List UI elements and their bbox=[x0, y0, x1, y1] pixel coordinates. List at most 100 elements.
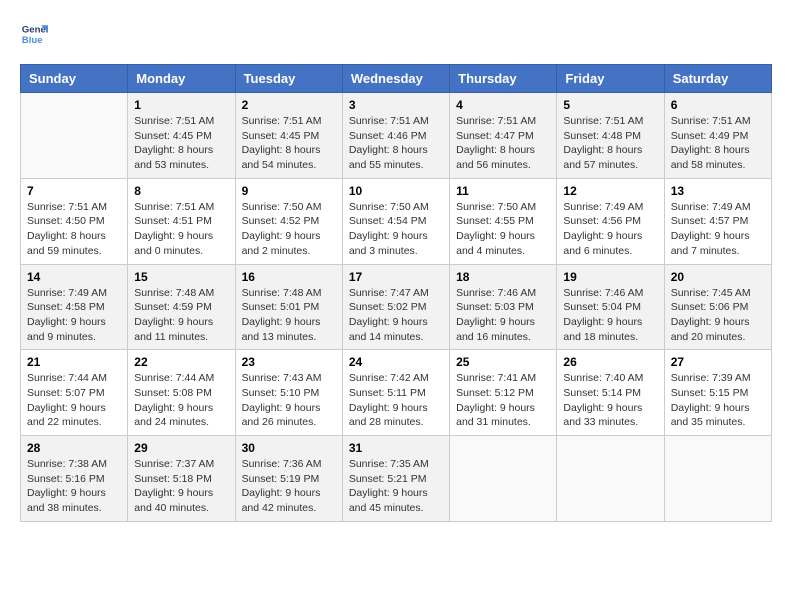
day-number: 29 bbox=[134, 441, 228, 455]
day-info: Sunrise: 7:46 AM Sunset: 5:04 PM Dayligh… bbox=[563, 286, 657, 345]
calendar-cell: 2 Sunrise: 7:51 AM Sunset: 4:45 PM Daylig… bbox=[235, 93, 342, 179]
day-number: 7 bbox=[27, 184, 121, 198]
calendar-cell bbox=[450, 436, 557, 522]
logo: General Blue bbox=[20, 20, 48, 48]
calendar-weekday-sunday: Sunday bbox=[21, 65, 128, 93]
day-info: Sunrise: 7:44 AM Sunset: 5:07 PM Dayligh… bbox=[27, 371, 121, 430]
calendar-cell: 19 Sunrise: 7:46 AM Sunset: 5:04 PM Dayli… bbox=[557, 264, 664, 350]
calendar-cell: 23 Sunrise: 7:43 AM Sunset: 5:10 PM Dayli… bbox=[235, 350, 342, 436]
day-number: 15 bbox=[134, 270, 228, 284]
calendar-cell: 29 Sunrise: 7:37 AM Sunset: 5:18 PM Dayli… bbox=[128, 436, 235, 522]
day-number: 6 bbox=[671, 98, 765, 112]
day-number: 4 bbox=[456, 98, 550, 112]
calendar-cell bbox=[557, 436, 664, 522]
day-number: 10 bbox=[349, 184, 443, 198]
calendar-cell: 7 Sunrise: 7:51 AM Sunset: 4:50 PM Daylig… bbox=[21, 178, 128, 264]
day-info: Sunrise: 7:36 AM Sunset: 5:19 PM Dayligh… bbox=[242, 457, 336, 516]
calendar-cell: 12 Sunrise: 7:49 AM Sunset: 4:56 PM Dayli… bbox=[557, 178, 664, 264]
calendar-cell: 6Sunrise: 7:51 AM Sunset: 4:49 PM Daylig… bbox=[664, 93, 771, 179]
day-number: 23 bbox=[242, 355, 336, 369]
calendar-weekday-saturday: Saturday bbox=[664, 65, 771, 93]
calendar-cell: 30 Sunrise: 7:36 AM Sunset: 5:19 PM Dayli… bbox=[235, 436, 342, 522]
calendar-week-row: 7 Sunrise: 7:51 AM Sunset: 4:50 PM Daylig… bbox=[21, 178, 772, 264]
calendar-week-row: 28 Sunrise: 7:38 AM Sunset: 5:16 PM Dayli… bbox=[21, 436, 772, 522]
calendar-cell: 20Sunrise: 7:45 AM Sunset: 5:06 PM Dayli… bbox=[664, 264, 771, 350]
day-number: 2 bbox=[242, 98, 336, 112]
day-number: 28 bbox=[27, 441, 121, 455]
day-number: 27 bbox=[671, 355, 765, 369]
day-info: Sunrise: 7:35 AM Sunset: 5:21 PM Dayligh… bbox=[349, 457, 443, 516]
day-info: Sunrise: 7:37 AM Sunset: 5:18 PM Dayligh… bbox=[134, 457, 228, 516]
day-info: Sunrise: 7:41 AM Sunset: 5:12 PM Dayligh… bbox=[456, 371, 550, 430]
calendar-cell: 25Sunrise: 7:41 AM Sunset: 5:12 PM Dayli… bbox=[450, 350, 557, 436]
day-info: Sunrise: 7:49 AM Sunset: 4:57 PM Dayligh… bbox=[671, 200, 765, 259]
calendar-weekday-wednesday: Wednesday bbox=[342, 65, 449, 93]
calendar-cell: 28 Sunrise: 7:38 AM Sunset: 5:16 PM Dayli… bbox=[21, 436, 128, 522]
calendar-cell: 10 Sunrise: 7:50 AM Sunset: 4:54 PM Dayli… bbox=[342, 178, 449, 264]
day-number: 9 bbox=[242, 184, 336, 198]
day-info: Sunrise: 7:50 AM Sunset: 4:55 PM Dayligh… bbox=[456, 200, 550, 259]
calendar-weekday-monday: Monday bbox=[128, 65, 235, 93]
calendar-cell bbox=[21, 93, 128, 179]
day-info: Sunrise: 7:40 AM Sunset: 5:14 PM Dayligh… bbox=[563, 371, 657, 430]
calendar-cell: 16Sunrise: 7:48 AM Sunset: 5:01 PM Dayli… bbox=[235, 264, 342, 350]
day-info: Sunrise: 7:50 AM Sunset: 4:54 PM Dayligh… bbox=[349, 200, 443, 259]
day-info: Sunrise: 7:51 AM Sunset: 4:51 PM Dayligh… bbox=[134, 200, 228, 259]
day-info: Sunrise: 7:51 AM Sunset: 4:50 PM Dayligh… bbox=[27, 200, 121, 259]
day-number: 19 bbox=[563, 270, 657, 284]
day-number: 3 bbox=[349, 98, 443, 112]
day-info: Sunrise: 7:49 AM Sunset: 4:56 PM Dayligh… bbox=[563, 200, 657, 259]
calendar-cell: 24 Sunrise: 7:42 AM Sunset: 5:11 PM Dayli… bbox=[342, 350, 449, 436]
calendar-cell: 8 Sunrise: 7:51 AM Sunset: 4:51 PM Daylig… bbox=[128, 178, 235, 264]
day-number: 14 bbox=[27, 270, 121, 284]
day-info: Sunrise: 7:50 AM Sunset: 4:52 PM Dayligh… bbox=[242, 200, 336, 259]
page-header: General Blue bbox=[20, 20, 772, 48]
day-number: 26 bbox=[563, 355, 657, 369]
calendar: SundayMondayTuesdayWednesdayThursdayFrid… bbox=[20, 64, 772, 522]
calendar-cell: 1Sunrise: 7:51 AM Sunset: 4:45 PM Daylig… bbox=[128, 93, 235, 179]
day-number: 30 bbox=[242, 441, 336, 455]
day-info: Sunrise: 7:39 AM Sunset: 5:15 PM Dayligh… bbox=[671, 371, 765, 430]
day-number: 17 bbox=[349, 270, 443, 284]
calendar-cell: 5 Sunrise: 7:51 AM Sunset: 4:48 PM Daylig… bbox=[557, 93, 664, 179]
calendar-cell: 4 Sunrise: 7:51 AM Sunset: 4:47 PM Daylig… bbox=[450, 93, 557, 179]
day-info: Sunrise: 7:42 AM Sunset: 5:11 PM Dayligh… bbox=[349, 371, 443, 430]
day-number: 16 bbox=[242, 270, 336, 284]
day-info: Sunrise: 7:51 AM Sunset: 4:48 PM Dayligh… bbox=[563, 114, 657, 173]
calendar-week-row: 14 Sunrise: 7:49 AM Sunset: 4:58 PM Dayli… bbox=[21, 264, 772, 350]
day-number: 8 bbox=[134, 184, 228, 198]
day-info: Sunrise: 7:48 AM Sunset: 4:59 PM Dayligh… bbox=[134, 286, 228, 345]
calendar-cell: 11 Sunrise: 7:50 AM Sunset: 4:55 PM Dayli… bbox=[450, 178, 557, 264]
calendar-cell: 27 Sunrise: 7:39 AM Sunset: 5:15 PM Dayli… bbox=[664, 350, 771, 436]
day-info: Sunrise: 7:47 AM Sunset: 5:02 PM Dayligh… bbox=[349, 286, 443, 345]
day-number: 21 bbox=[27, 355, 121, 369]
day-number: 5 bbox=[563, 98, 657, 112]
day-info: Sunrise: 7:51 AM Sunset: 4:46 PM Dayligh… bbox=[349, 114, 443, 173]
calendar-cell: 15 Sunrise: 7:48 AM Sunset: 4:59 PM Dayli… bbox=[128, 264, 235, 350]
calendar-cell: 18 Sunrise: 7:46 AM Sunset: 5:03 PM Dayli… bbox=[450, 264, 557, 350]
day-number: 24 bbox=[349, 355, 443, 369]
calendar-cell bbox=[664, 436, 771, 522]
calendar-weekday-thursday: Thursday bbox=[450, 65, 557, 93]
calendar-cell: 17 Sunrise: 7:47 AM Sunset: 5:02 PM Dayli… bbox=[342, 264, 449, 350]
day-info: Sunrise: 7:46 AM Sunset: 5:03 PM Dayligh… bbox=[456, 286, 550, 345]
calendar-cell: 13Sunrise: 7:49 AM Sunset: 4:57 PM Dayli… bbox=[664, 178, 771, 264]
day-number: 12 bbox=[563, 184, 657, 198]
day-number: 18 bbox=[456, 270, 550, 284]
calendar-cell: 3 Sunrise: 7:51 AM Sunset: 4:46 PM Daylig… bbox=[342, 93, 449, 179]
day-info: Sunrise: 7:43 AM Sunset: 5:10 PM Dayligh… bbox=[242, 371, 336, 430]
calendar-cell: 9 Sunrise: 7:50 AM Sunset: 4:52 PM Daylig… bbox=[235, 178, 342, 264]
day-number: 11 bbox=[456, 184, 550, 198]
calendar-weekday-friday: Friday bbox=[557, 65, 664, 93]
day-number: 20 bbox=[671, 270, 765, 284]
calendar-cell: 26 Sunrise: 7:40 AM Sunset: 5:14 PM Dayli… bbox=[557, 350, 664, 436]
day-info: Sunrise: 7:51 AM Sunset: 4:47 PM Dayligh… bbox=[456, 114, 550, 173]
calendar-cell: 31Sunrise: 7:35 AM Sunset: 5:21 PM Dayli… bbox=[342, 436, 449, 522]
day-number: 1 bbox=[134, 98, 228, 112]
day-info: Sunrise: 7:44 AM Sunset: 5:08 PM Dayligh… bbox=[134, 371, 228, 430]
logo-icon: General Blue bbox=[20, 20, 48, 48]
calendar-cell: 21 Sunrise: 7:44 AM Sunset: 5:07 PM Dayli… bbox=[21, 350, 128, 436]
day-info: Sunrise: 7:51 AM Sunset: 4:45 PM Dayligh… bbox=[242, 114, 336, 173]
day-info: Sunrise: 7:38 AM Sunset: 5:16 PM Dayligh… bbox=[27, 457, 121, 516]
day-info: Sunrise: 7:49 AM Sunset: 4:58 PM Dayligh… bbox=[27, 286, 121, 345]
